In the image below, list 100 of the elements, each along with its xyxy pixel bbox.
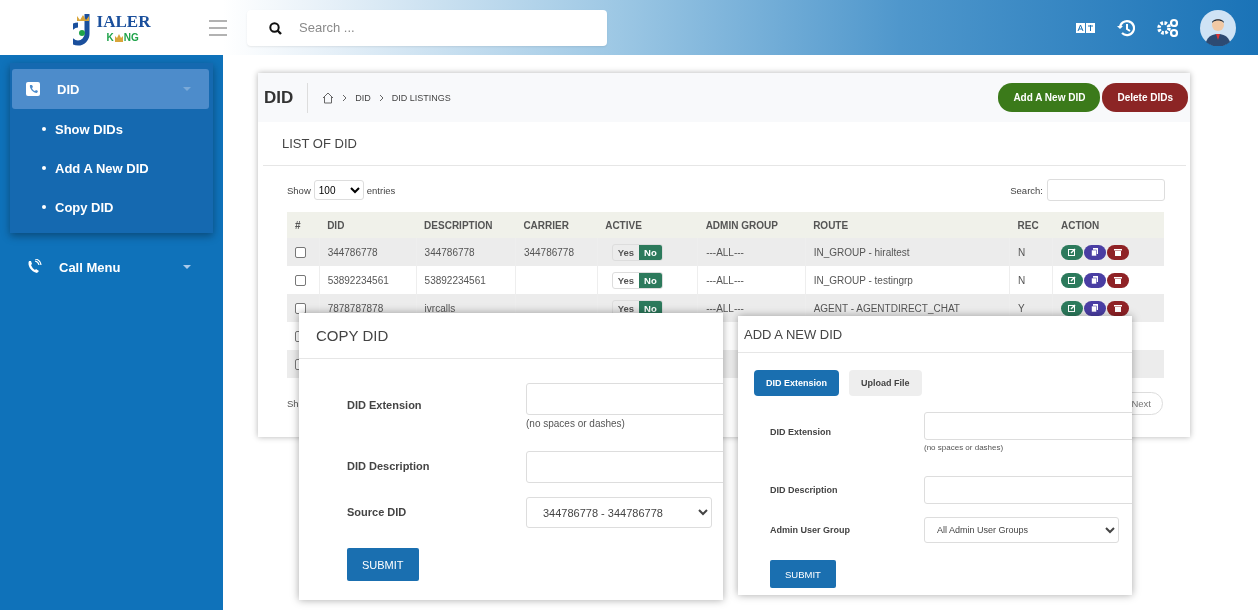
- submenu-item[interactable]: Show DIDs: [42, 121, 213, 137]
- column-header: REC: [1009, 212, 1053, 238]
- settings-icon[interactable]: [1157, 18, 1178, 37]
- column-header: CARRIER: [515, 212, 598, 238]
- submit-button[interactable]: SUBMIT: [347, 548, 419, 581]
- translate-icon[interactable]: [1076, 21, 1095, 34]
- avatar-icon[interactable]: [1200, 9, 1236, 46]
- copy-button[interactable]: [1084, 300, 1107, 316]
- entries-label: entries: [366, 184, 396, 196]
- select-field[interactable]: All Admin User Groups: [924, 517, 1119, 543]
- edit-icon: [1068, 304, 1077, 312]
- table-cell: ---ALL---: [706, 274, 744, 286]
- sidebar-item[interactable]: Call Menu: [12, 247, 209, 287]
- delete-button[interactable]: [1107, 300, 1130, 316]
- add-button[interactable]: Add A New DID: [998, 83, 1101, 112]
- column-header: ACTIVE: [597, 212, 698, 238]
- edit-button[interactable]: [1061, 272, 1084, 288]
- show-label: Show: [287, 184, 311, 196]
- submenu-item[interactable]: Add A New DID: [42, 160, 213, 176]
- row-checkbox[interactable]: [295, 274, 306, 286]
- chevron-icon: [378, 93, 384, 102]
- active-toggle[interactable]: Yes No: [611, 271, 663, 289]
- logo-text: IALER: [96, 12, 151, 32]
- phone-icon: [26, 82, 40, 96]
- edit-icon: [1068, 248, 1077, 256]
- row-checkbox[interactable]: [295, 302, 306, 314]
- field-hint: (no spaces or dashes): [526, 418, 626, 429]
- history-icon[interactable]: [1117, 18, 1135, 37]
- active-toggle[interactable]: Yes No: [611, 243, 663, 261]
- dialog-title: COPY DID: [299, 313, 723, 359]
- delete-icon: [1114, 276, 1123, 284]
- table-cell: 344786778: [424, 246, 475, 258]
- input-field[interactable]: [526, 383, 723, 415]
- table-cell: 7878787878: [327, 302, 384, 314]
- search-label: Search:: [1010, 184, 1043, 196]
- column-header: DID: [319, 212, 417, 238]
- select-field[interactable]: 344786778 - 344786778: [526, 497, 712, 528]
- copy-icon: [1091, 248, 1100, 256]
- table-cell: 53892234561: [327, 274, 389, 286]
- copy-icon: [1091, 304, 1100, 312]
- edit-button[interactable]: [1061, 244, 1084, 260]
- tab[interactable]: DID Extension: [754, 370, 839, 396]
- submit-button[interactable]: SUBMIT: [770, 560, 836, 588]
- dialog-title: ADD A NEW DID: [738, 316, 1132, 353]
- edit-button[interactable]: [1061, 300, 1084, 316]
- table-cell: 344786778: [523, 246, 574, 258]
- delete-icon: [1114, 304, 1123, 312]
- table-cell: AGENT - AGENTDIRECT_CHAT: [813, 302, 960, 314]
- table-cell: 344786778: [327, 246, 378, 258]
- copy-icon: [1091, 276, 1100, 284]
- delete-button[interactable]: [1107, 244, 1130, 260]
- table-cell: N: [1018, 246, 1026, 258]
- field-label: DID Extension: [347, 398, 423, 411]
- sidebar-item[interactable]: DID: [12, 69, 209, 109]
- copy-button[interactable]: [1084, 272, 1107, 288]
- table-info: Sh: [287, 398, 299, 409]
- input-field[interactable]: [924, 476, 1132, 504]
- table-cell: IN_GROUP - testingrp: [813, 274, 913, 286]
- field-hint: (no spaces or dashes): [924, 443, 1005, 452]
- table-cell: 53892234561: [424, 274, 486, 286]
- delete-button[interactable]: Delete DIDs: [1102, 83, 1188, 112]
- column-header: DESCRIPTION: [416, 212, 516, 238]
- search-icon: [269, 21, 282, 35]
- submenu-item[interactable]: Copy DID: [42, 199, 213, 215]
- section-title: LIST OF DID: [263, 122, 1186, 166]
- table-cell: N: [1018, 274, 1026, 286]
- copy-button[interactable]: [1084, 244, 1107, 260]
- home-icon[interactable]: [322, 91, 335, 104]
- field-label: Admin User Group: [770, 524, 851, 535]
- logo-text: K: [106, 32, 114, 43]
- column-header: #: [287, 212, 320, 238]
- search-field[interactable]: [1047, 179, 1165, 201]
- breadcrumb-link[interactable]: DID LISTINGS: [391, 92, 451, 103]
- row-checkbox[interactable]: [295, 246, 306, 258]
- chevron-icon: [342, 93, 348, 102]
- column-header: ACTION: [1052, 212, 1164, 238]
- edit-icon: [1068, 276, 1077, 284]
- field-label: DID Description: [770, 484, 839, 495]
- column-header: ROUTE: [805, 212, 1010, 238]
- delete-icon: [1114, 248, 1123, 256]
- table-cell: Y: [1018, 302, 1025, 314]
- search-field[interactable]: Search ...: [247, 9, 607, 46]
- delete-button[interactable]: [1107, 272, 1130, 288]
- field-label: Source DID: [347, 505, 408, 518]
- input-field[interactable]: [526, 451, 723, 483]
- table-cell: ---ALL---: [706, 302, 744, 314]
- table-cell: ---ALL---: [706, 246, 744, 258]
- tab[interactable]: Upload File: [849, 370, 922, 396]
- table-cell: ivrcalls: [424, 302, 456, 314]
- phone-icon: [26, 259, 42, 275]
- column-header: ADMIN GROUP: [697, 212, 806, 238]
- logo-text: NG: [123, 32, 139, 43]
- field-label: DID Extension: [770, 426, 832, 437]
- page-size-select[interactable]: 100: [313, 180, 364, 200]
- field-label: DID Description: [347, 459, 431, 472]
- breadcrumb-link[interactable]: DID: [355, 92, 371, 103]
- page-title: DID: [264, 82, 309, 113]
- caret-icon[interactable]: [183, 265, 191, 269]
- crown-icon: [113, 32, 124, 43]
- input-field[interactable]: [924, 412, 1132, 440]
